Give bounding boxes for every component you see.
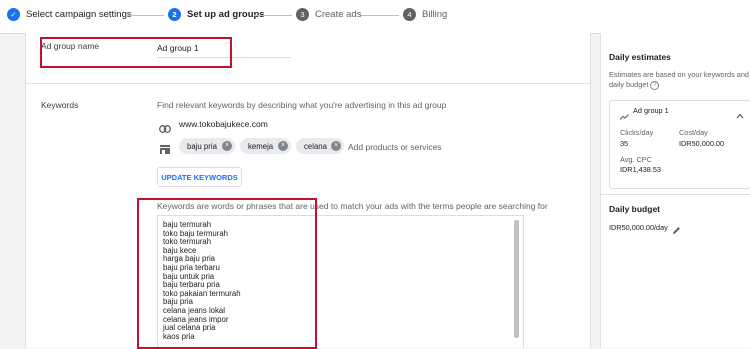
step-number: 4 [403,8,416,21]
step-label: Create ads [315,9,362,20]
chip-label: baju pria [187,141,217,151]
add-products-input[interactable]: Add products or services [348,142,442,152]
daily-estimates-title: Daily estimates [609,52,671,62]
ad-group-estimate-card: Ad group 1 Clicks/day 35 Cost/day IDR50,… [609,100,750,189]
pencil-edit-icon[interactable] [672,222,681,240]
cpc-value: IDR1,438.53 [620,165,661,174]
ad-group-form: Ad group name Ad group 1 Keywords Find r… [25,33,591,349]
highlight-box-keywords [137,198,317,349]
cost-label: Cost/day [679,128,708,137]
step-set-up-ad-groups[interactable]: 2 Set up ad groups [168,8,265,21]
daily-budget-title: Daily budget [609,204,661,214]
estimates-note: Estimates are based on your keywords and… [609,70,749,90]
clicks-value: 35 [620,139,629,148]
website-url-field[interactable]: www.tokobajukece.com [179,119,268,129]
textarea-scrollbar[interactable] [514,220,519,338]
help-icon[interactable]: ? [650,80,660,90]
step-label: Select campaign settings [26,9,132,20]
step-connector [254,15,292,16]
link-icon [159,120,171,138]
trend-icon [619,107,629,125]
cpc-label: Avg. CPC [620,155,652,164]
step-label: Set up ad groups [187,9,265,20]
highlight-box-ad-group [40,37,232,68]
estimates-sidebar: Daily estimates Estimates are based on y… [600,33,750,348]
keywords-description: Find relevant keywords by describing wha… [157,100,447,110]
keyword-chip[interactable]: celana × [296,138,344,154]
keyword-chip[interactable]: kemeja × [240,138,291,154]
chip-remove-icon[interactable]: × [222,141,232,151]
store-icon [160,141,170,159]
campaign-stepper: ✓ Select campaign settings 2 Set up ad g… [0,0,750,34]
chevron-up-icon[interactable] [736,106,744,124]
chip-remove-icon[interactable]: × [331,141,341,151]
chip-label: celana [304,141,327,151]
step-select-campaign-settings[interactable]: ✓ Select campaign settings [7,8,132,21]
step-connector [361,15,399,16]
chip-label: kemeja [248,141,274,151]
section-divider [26,83,590,84]
daily-budget-value: IDR50,000.00/day [609,223,668,232]
sidebar-divider [601,194,750,195]
step-number: 2 [168,8,181,21]
step-label: Billing [422,9,448,20]
estimates-note-text: Estimates are based on your keywords and… [609,70,749,89]
check-icon: ✓ [7,8,20,21]
keyword-chip[interactable]: baju pria × [179,138,235,154]
step-connector [126,15,164,16]
step-billing[interactable]: 4 Billing [403,8,447,21]
step-number: 3 [296,8,309,21]
step-create-ads[interactable]: 3 Create ads [296,8,361,21]
cost-value: IDR50,000.00 [679,139,725,148]
card-title: Ad group 1 [633,106,669,115]
chip-remove-icon[interactable]: × [278,141,288,151]
clicks-label: Clicks/day [620,128,654,137]
keywords-label: Keywords [41,100,79,110]
update-keywords-button[interactable]: UPDATE KEYWORDS [157,167,242,187]
